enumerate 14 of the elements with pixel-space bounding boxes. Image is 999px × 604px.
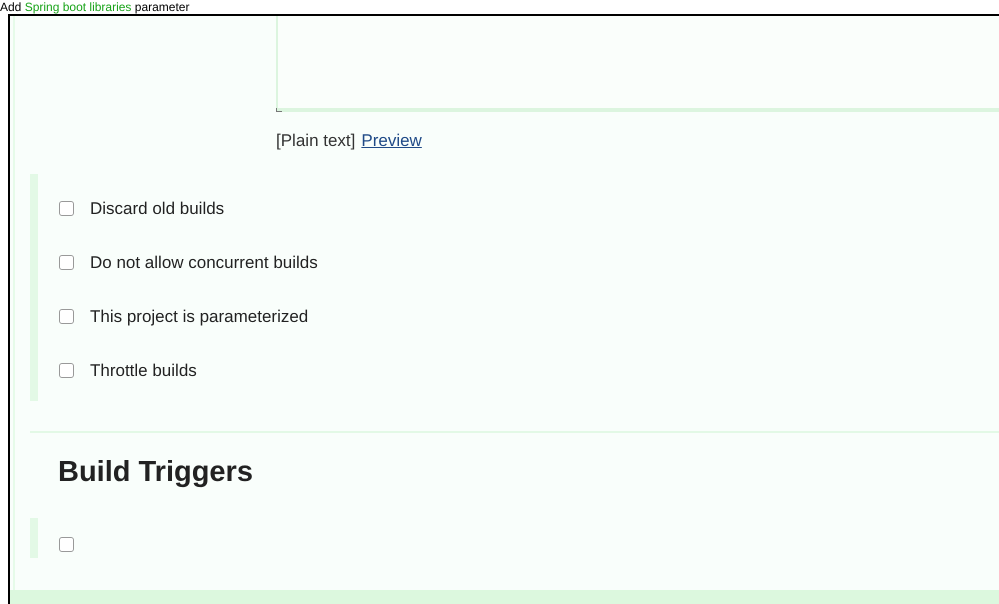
caption-text: parameter (134, 0, 190, 14)
text-mode-label: [Plain text] (276, 130, 356, 152)
section-heading: Build Triggers (58, 454, 254, 490)
checkbox-label: Throttle builds (90, 360, 197, 380)
checkbox[interactable] (59, 309, 74, 324)
checkbox[interactable] (59, 363, 74, 378)
preview-link[interactable]: Preview (361, 128, 422, 154)
checkbox-label: Discard old builds (90, 198, 224, 218)
checkbox[interactable] (59, 537, 74, 552)
caption-text: Add (0, 0, 22, 14)
checkbox[interactable] (59, 255, 74, 270)
checkbox[interactable] (59, 201, 74, 216)
checkbox-label: Do not allow concurrent builds (90, 252, 318, 272)
checkbox-label: This project is parameterized (90, 306, 308, 326)
